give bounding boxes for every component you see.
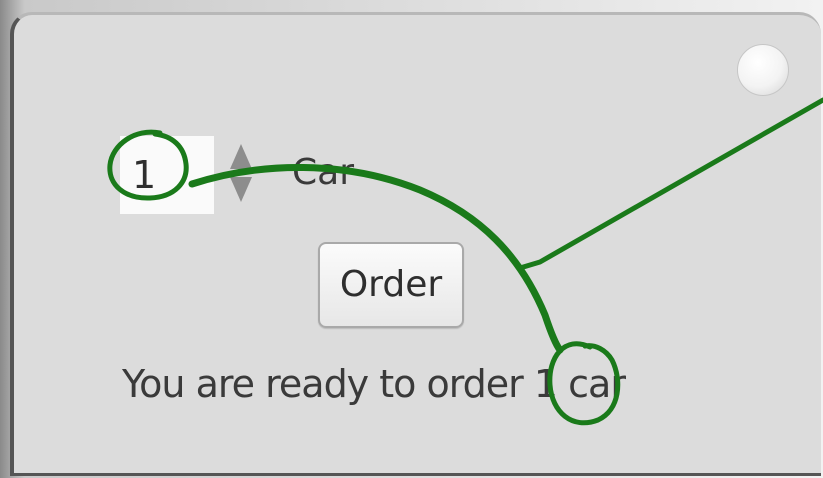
unit-label: Car: [292, 152, 354, 193]
order-button[interactable]: Order: [318, 242, 464, 328]
spinner-up-arrow[interactable]: [230, 144, 252, 169]
status-message: You are ready to order 1 car: [122, 362, 626, 406]
spinner-down-arrow[interactable]: [230, 177, 252, 202]
window-control-button[interactable]: [737, 44, 789, 96]
spinner-arrows-icon[interactable]: [227, 142, 255, 204]
car-quantity-spinner[interactable]: 1: [120, 136, 214, 214]
spinner-value: 1: [132, 153, 157, 197]
